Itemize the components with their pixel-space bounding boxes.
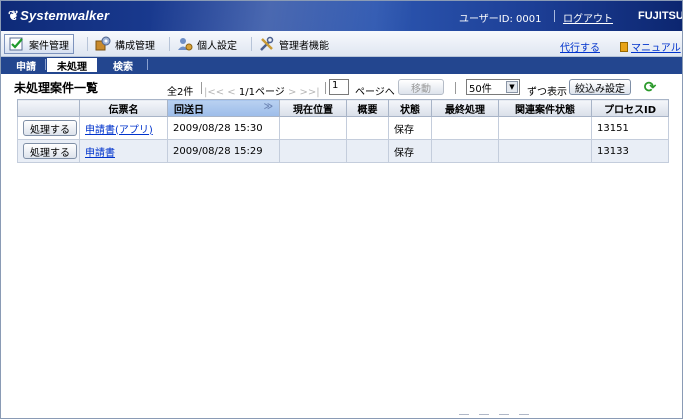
toolbar-divider	[325, 82, 326, 94]
tab-pending[interactable]: 未処理	[47, 58, 97, 73]
filter-settings-button[interactable]: 絞込み設定	[569, 79, 631, 95]
last-action-cell	[431, 139, 499, 163]
menu-divider	[251, 37, 252, 51]
per-page-select[interactable]: 50件 ▼	[466, 79, 520, 95]
related-status-cell	[498, 116, 592, 140]
logo-text: Systemwalker	[20, 8, 110, 23]
chevron-down-icon: ▼	[506, 81, 518, 93]
column-header-related-status[interactable]: 関連案件状態	[498, 99, 592, 117]
per-page-suffix: ずつ表示	[527, 87, 567, 98]
manual-link[interactable]: マニュアル	[620, 39, 681, 54]
main-menu-bar: 案件管理 構成管理 個人設定 管理者機能 代行する マニュアル	[1, 31, 682, 57]
top-header: ❦Systemwalker ユーザーID: 0001 ログアウト FUJITSU	[1, 1, 682, 31]
column-header-current-position[interactable]: 現在位置	[279, 99, 347, 117]
tab-underline	[1, 72, 682, 74]
per-page-value: 50件	[469, 83, 492, 95]
logo-mark-icon: ❦	[8, 8, 20, 23]
move-button[interactable]: 移動	[398, 79, 444, 95]
gears-icon	[95, 36, 111, 52]
scroll-segment	[519, 414, 529, 418]
action-cell: 処理する	[17, 116, 80, 140]
column-header-forward-date[interactable]: 回送日 ≫	[167, 99, 280, 117]
logout-link[interactable]: ログアウト	[563, 10, 613, 25]
column-header-action	[17, 99, 80, 117]
pending-table: 伝票名 回送日 ≫ 現在位置 概要 状態 最終処理 関連案件状態 プロセスID 処…	[17, 99, 669, 163]
action-cell: 処理する	[17, 139, 80, 163]
menu-item-admin[interactable]: 管理者機能	[255, 34, 333, 54]
checkbox-icon	[9, 36, 25, 52]
document-name-cell: 申請書(アプリ)	[79, 116, 168, 140]
manual-link-label: マニュアル	[631, 43, 681, 54]
process-button[interactable]: 処理する	[23, 143, 77, 159]
pending-list-panel: 未処理案件一覧 全2件 |<< < 1/1ページ > >>| 1 ページへ 移動…	[14, 77, 670, 407]
date-cell: 2009/08/28 15:29	[167, 139, 280, 163]
column-header-label: 回送日	[174, 104, 204, 116]
process-button[interactable]: 処理する	[23, 120, 77, 136]
menu-item-personal-settings[interactable]: 個人設定	[173, 34, 241, 54]
tab-divider	[45, 59, 46, 70]
app-logo: ❦Systemwalker	[8, 8, 109, 24]
menu-item-label: 案件管理	[29, 40, 69, 52]
header-decoration	[151, 1, 411, 31]
toolbar-divider	[201, 82, 202, 94]
menu-item-label: 管理者機能	[279, 40, 329, 52]
tab-divider	[147, 59, 148, 70]
tab-bar: 申請 未処理 検索	[1, 57, 682, 73]
status-area	[1, 407, 682, 418]
sort-icon: ≫	[263, 102, 273, 112]
pager-current: 1/1ページ	[238, 87, 285, 98]
refresh-icon[interactable]: ⟳	[642, 79, 658, 95]
tab-application[interactable]: 申請	[9, 58, 43, 73]
menu-item-configuration[interactable]: 構成管理	[91, 34, 159, 54]
toolbar-divider	[455, 82, 456, 94]
menu-item-case-management[interactable]: 案件管理	[4, 34, 74, 54]
app-window: ❦Systemwalker ユーザーID: 0001 ログアウト FUJITSU…	[0, 0, 683, 419]
total-count: 全2件	[167, 87, 194, 98]
scroll-segment	[499, 414, 509, 418]
pager-next-buttons[interactable]: > >>|	[285, 87, 320, 98]
pager: |<< < 1/1ページ > >>|	[204, 83, 320, 98]
column-header-document-name[interactable]: 伝票名	[79, 99, 168, 117]
tools-icon	[259, 36, 275, 52]
column-header-status[interactable]: 状態	[388, 99, 432, 117]
pager-prev-buttons[interactable]: |<< <	[204, 87, 239, 98]
user-id-label: ユーザーID: 0001	[459, 14, 542, 25]
document-name-cell: 申請書	[79, 139, 168, 163]
status-cell: 保存	[388, 139, 432, 163]
page-to-label: ページへ	[355, 87, 395, 98]
related-status-cell	[498, 139, 592, 163]
process-id-cell: 13151	[591, 116, 669, 140]
location-cell	[279, 116, 347, 140]
book-icon	[620, 41, 628, 52]
last-action-cell	[431, 116, 499, 140]
process-id-cell: 13133	[591, 139, 669, 163]
summary-cell	[346, 139, 389, 163]
column-header-last-action[interactable]: 最終処理	[431, 99, 499, 117]
page-title: 未処理案件一覧	[14, 81, 99, 95]
document-link[interactable]: 申請書	[85, 148, 115, 159]
menu-item-label: 個人設定	[197, 40, 237, 52]
menu-divider	[87, 37, 88, 51]
document-link[interactable]: 申請書(アプリ)	[85, 125, 153, 136]
person-settings-icon	[177, 36, 193, 52]
column-header-summary[interactable]: 概要	[346, 99, 389, 117]
brand-logo: FUJITSU	[638, 10, 683, 22]
summary-cell	[346, 116, 389, 140]
menu-item-label: 構成管理	[115, 40, 155, 52]
status-cell: 保存	[388, 116, 432, 140]
date-cell: 2009/08/28 15:30	[167, 116, 280, 140]
table-header-row: 伝票名 回送日 ≫ 現在位置 概要 状態 最終処理 関連案件状態 プロセスID	[17, 99, 669, 117]
column-header-process-id[interactable]: プロセスID	[591, 99, 669, 117]
scroll-segment	[479, 414, 489, 418]
menu-divider	[169, 37, 170, 51]
table-row: 処理する 申請書(アプリ) 2009/08/28 15:30 保存 13151	[17, 116, 669, 140]
tab-search[interactable]: 検索	[101, 58, 145, 73]
table-row: 処理する 申請書 2009/08/28 15:29 保存 13133	[17, 139, 669, 163]
scroll-segment	[459, 414, 469, 418]
proxy-link[interactable]: 代行する	[560, 39, 600, 54]
location-cell	[279, 139, 347, 163]
header-divider	[554, 10, 555, 22]
page-number-input[interactable]: 1	[329, 79, 349, 95]
